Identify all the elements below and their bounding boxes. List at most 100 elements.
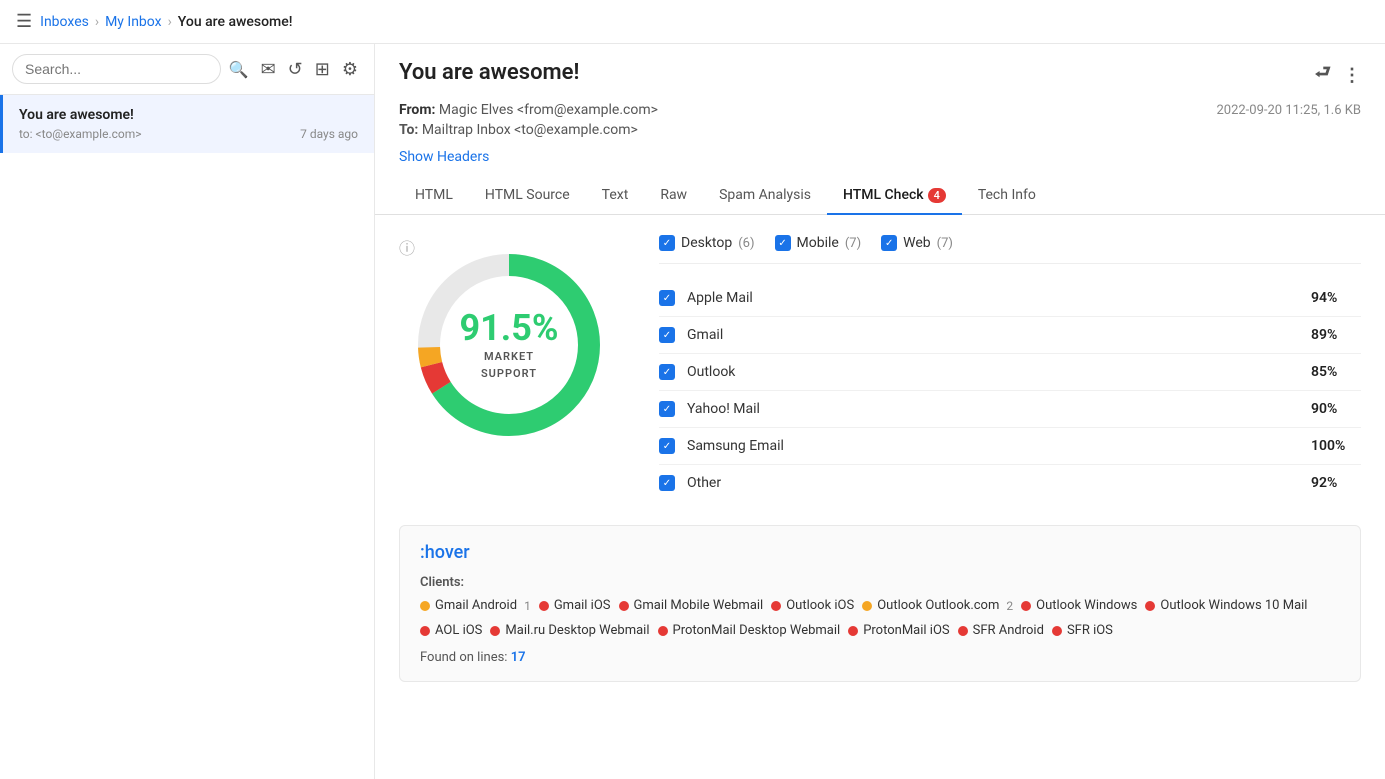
client-name: Yahoo! Mail: [687, 401, 1299, 417]
email-subject-text: You are awesome!: [399, 60, 579, 85]
client-tag: SFR Android: [958, 623, 1044, 638]
client-dot: [1052, 626, 1062, 636]
client-tag: Mail.ru Desktop Webmail: [490, 623, 649, 638]
hamburger-icon[interactable]: ☰: [16, 11, 32, 32]
client-name: Apple Mail: [687, 290, 1299, 306]
client-percent: 94%: [1311, 290, 1361, 306]
client-dot: [658, 626, 668, 636]
tabs: HTMLHTML SourceTextRawSpam AnalysisHTML …: [375, 177, 1385, 215]
filter-desktop[interactable]: ✓ Desktop (6): [659, 235, 755, 251]
email-from-name: Magic Elves: [439, 102, 514, 118]
donut-center: 91.5% MARKET SUPPORT: [459, 310, 558, 380]
tab-html-check[interactable]: HTML Check4: [827, 177, 962, 215]
client-checkbox: ✓: [659, 438, 675, 454]
client-row: ✓ Samsung Email 100%: [659, 428, 1361, 465]
tab-tech-info[interactable]: Tech Info: [962, 177, 1052, 215]
client-tag: Outlook Windows 10 Mail: [1145, 598, 1307, 613]
clients-label: Clients:: [420, 575, 1340, 590]
client-dot: [958, 626, 968, 636]
forward-icon[interactable]: ⮐: [1315, 60, 1331, 90]
html-check-top: ⓘ 91.5% MARKE: [399, 235, 1361, 501]
client-tag-count: 1: [524, 599, 531, 613]
tab-content: ⓘ 91.5% MARKE: [375, 215, 1385, 779]
found-count: 17: [511, 650, 526, 665]
client-dot: [771, 601, 781, 611]
breadcrumb-my-inbox[interactable]: My Inbox: [105, 14, 162, 30]
found-label: Found on lines: 17: [420, 650, 1340, 665]
filter-web[interactable]: ✓ Web (7): [881, 235, 953, 251]
client-dot: [848, 626, 858, 636]
filter-label: Web: [903, 235, 931, 251]
client-tag: Outlook iOS: [771, 598, 854, 613]
client-row: ✓ Outlook 85%: [659, 354, 1361, 391]
email-date: 2022-09-20 11:25, 1.6 KB: [1216, 103, 1361, 118]
client-tag-name: AOL iOS: [435, 623, 482, 638]
mail-item[interactable]: You are awesome! to: <to@example.com> 7 …: [0, 95, 374, 153]
compose-icon[interactable]: ✉: [261, 59, 276, 80]
search-bar: 🔍 ✉ ↺ ⊞ ⚙: [0, 44, 374, 95]
tab-html-source[interactable]: HTML Source: [469, 177, 586, 215]
tab-raw[interactable]: Raw: [644, 177, 703, 215]
client-tag-name: Outlook Windows: [1036, 598, 1137, 613]
filter-count: (7): [937, 236, 953, 251]
mail-item-date: 7 days ago: [300, 127, 358, 141]
client-tag-name: Gmail Android: [435, 598, 517, 613]
client-row: ✓ Apple Mail 94%: [659, 280, 1361, 317]
client-tag: SFR iOS: [1052, 623, 1113, 638]
sidebar-toolbar: ✉ ↺ ⊞ ⚙: [257, 59, 362, 80]
client-tag-name: ProtonMail Desktop Webmail: [673, 623, 841, 638]
client-tag-name: SFR Android: [973, 623, 1044, 638]
client-tag-name: SFR iOS: [1067, 623, 1113, 638]
search-icon[interactable]: 🔍: [229, 60, 249, 79]
client-tag-name: Outlook Windows 10 Mail: [1160, 598, 1307, 613]
settings-icon[interactable]: ⚙: [342, 59, 358, 80]
breadcrumb-inboxes[interactable]: Inboxes: [40, 14, 89, 30]
client-tag-name: Outlook iOS: [786, 598, 854, 613]
hover-section: :hover Clients: Gmail Android 1 Gmail iO…: [399, 525, 1361, 682]
tab-html[interactable]: HTML: [399, 177, 469, 215]
client-row: ✓ Gmail 89%: [659, 317, 1361, 354]
filter-mobile[interactable]: ✓ Mobile (7): [775, 235, 862, 251]
filter-count: (6): [738, 236, 754, 251]
main-layout: 🔍 ✉ ↺ ⊞ ⚙ You are awesome! to: <to@examp…: [0, 44, 1385, 779]
client-dot: [490, 626, 500, 636]
show-headers-link[interactable]: Show Headers: [399, 149, 489, 165]
filter-checkbox: ✓: [659, 235, 675, 251]
right-panel: ✓ Desktop (6) ✓ Mobile (7) ✓ Web (7) ✓ App…: [659, 235, 1361, 501]
tab-spam-analysis[interactable]: Spam Analysis: [703, 177, 827, 215]
mail-list: You are awesome! to: <to@example.com> 7 …: [0, 95, 374, 779]
more-icon[interactable]: ⋮: [1343, 65, 1361, 86]
filter-icon[interactable]: ⊞: [315, 59, 330, 80]
email-to-name: Mailtrap Inbox: [422, 122, 511, 138]
client-tag: Gmail Mobile Webmail: [619, 598, 764, 613]
info-icon[interactable]: ⓘ: [399, 235, 415, 259]
donut-label-line1: MARKET: [459, 350, 558, 363]
client-name: Gmail: [687, 327, 1299, 343]
email-to-email: <to@example.com>: [514, 122, 638, 138]
mail-item-to: to: <to@example.com>: [19, 127, 142, 141]
client-tag: Outlook Outlook.com 2: [862, 598, 1013, 613]
tab-text[interactable]: Text: [586, 177, 645, 215]
client-dot: [539, 601, 549, 611]
filter-checkbox: ✓: [881, 235, 897, 251]
client-name: Outlook: [687, 364, 1299, 380]
client-row: ✓ Other 92%: [659, 465, 1361, 501]
mail-item-title: You are awesome!: [19, 107, 358, 123]
email-from-row: From: Magic Elves <from@example.com> 202…: [399, 102, 1361, 118]
breadcrumb-current: You are awesome!: [178, 14, 293, 30]
breadcrumb: Inboxes › My Inbox › You are awesome!: [40, 14, 292, 30]
email-from: From: Magic Elves <from@example.com>: [399, 102, 658, 118]
sidebar: 🔍 ✉ ↺ ⊞ ⚙ You are awesome! to: <to@examp…: [0, 44, 375, 779]
client-tag-name: Outlook Outlook.com: [877, 598, 999, 613]
filter-row: ✓ Desktop (6) ✓ Mobile (7) ✓ Web (7): [659, 235, 1361, 264]
client-dot: [420, 626, 430, 636]
client-list: ✓ Apple Mail 94%✓ Gmail 89%✓ Outlook 85%…: [659, 280, 1361, 501]
client-checkbox: ✓: [659, 475, 675, 491]
client-tag-name: ProtonMail iOS: [863, 623, 949, 638]
filter-count: (7): [845, 236, 861, 251]
email-from-email: <from@example.com>: [517, 102, 658, 118]
refresh-icon[interactable]: ↺: [288, 59, 303, 80]
search-input[interactable]: [12, 54, 221, 84]
client-checkbox: ✓: [659, 364, 675, 380]
email-subject: You are awesome! ⮐ ⋮: [399, 60, 1361, 90]
